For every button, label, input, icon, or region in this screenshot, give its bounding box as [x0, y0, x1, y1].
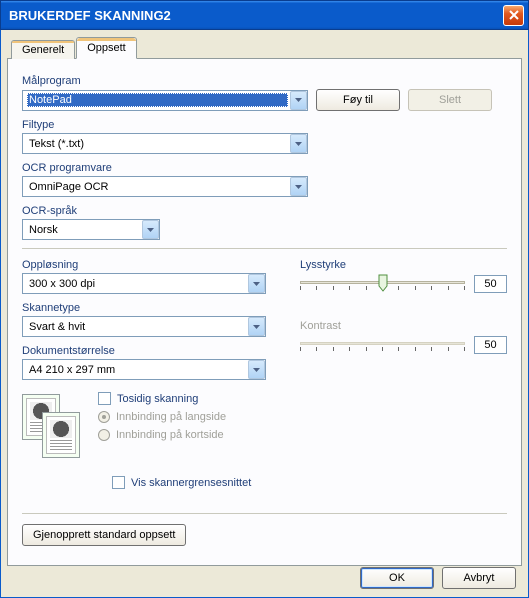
divider [22, 248, 507, 249]
tabstrip: Generelt Oppsett [11, 36, 522, 58]
chevron-down-icon [295, 185, 302, 189]
select-file-type[interactable]: Tekst (*.txt) [22, 133, 308, 154]
chevron-down-icon [253, 282, 260, 286]
select-file-type-value: Tekst (*.txt) [27, 137, 288, 151]
window-title: BRUKERDEF SKANNING2 [9, 8, 171, 23]
select-scan-type-value: Svart & hvit [27, 320, 246, 334]
titlebar: BRUKERDEF SKANNING2 [0, 0, 529, 30]
page-thumb-icon [42, 412, 80, 458]
label-file-type: Filtype [22, 119, 507, 131]
slider-contrast-value: 50 [474, 336, 507, 354]
ok-button[interactable]: OK [360, 567, 434, 589]
label-document-size: Dokumentstørrelse [22, 345, 282, 357]
checkbox-duplex[interactable] [98, 392, 111, 405]
label-ocr-language: OCR-språk [22, 205, 507, 217]
chevron-down-icon [295, 98, 302, 102]
radio-bind-short [98, 429, 110, 441]
cancel-button[interactable]: Avbryt [442, 567, 516, 589]
delete-button: Slett [408, 89, 492, 111]
slider-ticks [300, 347, 465, 351]
select-target-app-value: NotePad [27, 93, 288, 107]
dropdown-button[interactable] [142, 220, 159, 239]
select-ocr-language[interactable]: Norsk [22, 219, 160, 240]
radio-bind-short-label: Innbinding på kortside [116, 429, 224, 441]
tab-general[interactable]: Generelt [11, 40, 75, 59]
select-document-size[interactable]: A4 210 x 297 mm [22, 359, 266, 380]
tab-setup[interactable]: Oppsett [76, 37, 137, 59]
close-icon [509, 10, 519, 20]
dropdown-button[interactable] [248, 360, 265, 379]
select-ocr-language-value: Norsk [27, 223, 140, 237]
radio-bind-long-label: Innbinding på langside [116, 411, 226, 423]
chevron-down-icon [253, 368, 260, 372]
select-resolution[interactable]: 300 x 300 dpi [22, 273, 266, 294]
add-button[interactable]: Føy til [316, 89, 400, 111]
dropdown-button[interactable] [248, 274, 265, 293]
checkbox-duplex-label: Tosidig skanning [117, 393, 198, 405]
label-scan-type: Skannetype [22, 302, 282, 314]
chevron-down-icon [295, 142, 302, 146]
select-document-size-value: A4 210 x 297 mm [27, 363, 246, 377]
select-resolution-value: 300 x 300 dpi [27, 277, 246, 291]
radio-bind-long [98, 411, 110, 423]
select-ocr-software-value: OmniPage OCR [27, 180, 288, 194]
label-target-app: Målprogram [22, 75, 507, 87]
tab-panel-setup: Målprogram NotePad Føy til Slett Filtype… [7, 58, 522, 566]
restore-defaults-button[interactable]: Gjenopprett standard oppsett [22, 524, 186, 546]
label-resolution: Oppløsning [22, 259, 282, 271]
chevron-down-icon [253, 325, 260, 329]
checkbox-show-scanner-ui-label: Vis skannergrensesnittet [131, 477, 251, 489]
duplex-illustration [22, 394, 86, 470]
label-ocr-software: OCR programvare [22, 162, 507, 174]
slider-contrast: 50 [300, 342, 507, 351]
dialog-footer: OK Avbryt [1, 559, 528, 597]
client-area: Generelt Oppsett Målprogram NotePad Føy … [0, 30, 529, 598]
slider-brightness-thumb[interactable] [378, 274, 388, 292]
slider-thumb-icon [378, 274, 388, 292]
slider-brightness[interactable]: 50 [300, 281, 507, 290]
label-brightness: Lysstyrke [300, 259, 507, 271]
select-target-app[interactable]: NotePad [22, 90, 308, 111]
dropdown-button[interactable] [290, 134, 307, 153]
label-contrast: Kontrast [300, 320, 507, 332]
close-button[interactable] [503, 5, 524, 26]
select-ocr-software[interactable]: OmniPage OCR [22, 176, 308, 197]
dropdown-button[interactable] [290, 91, 307, 110]
select-scan-type[interactable]: Svart & hvit [22, 316, 266, 337]
checkbox-show-scanner-ui[interactable] [112, 476, 125, 489]
dropdown-button[interactable] [290, 177, 307, 196]
divider [22, 513, 507, 514]
chevron-down-icon [147, 228, 154, 232]
slider-brightness-value: 50 [474, 275, 507, 293]
dropdown-button[interactable] [248, 317, 265, 336]
